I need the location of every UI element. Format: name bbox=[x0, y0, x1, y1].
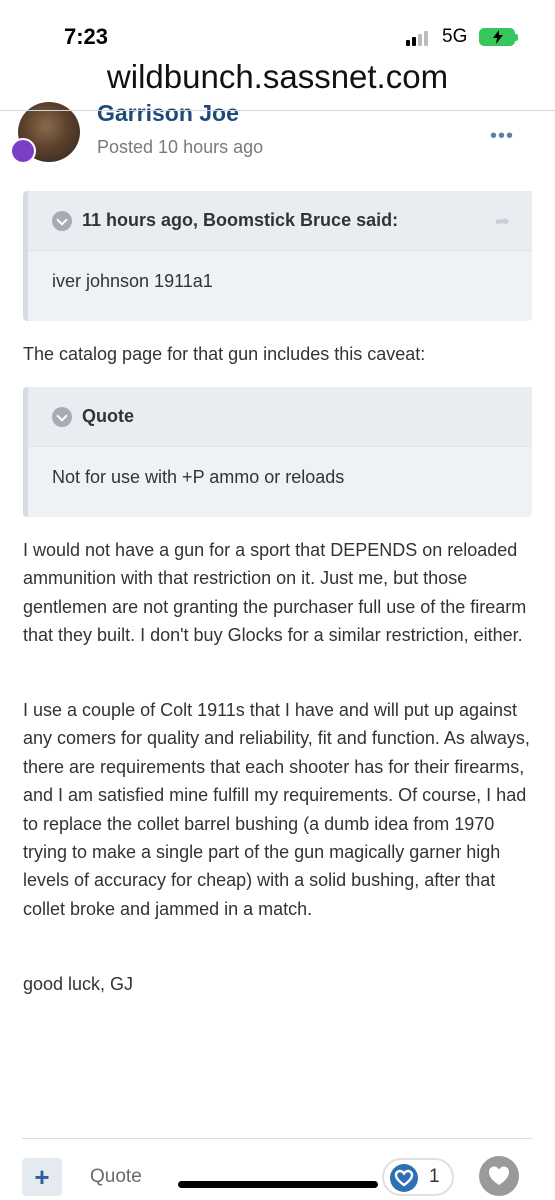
status-time: 7:23 bbox=[64, 24, 109, 49]
cellular-signal-icon bbox=[406, 30, 434, 46]
home-indicator[interactable] bbox=[178, 1181, 378, 1188]
quote-header[interactable]: Quote bbox=[28, 387, 532, 447]
post-paragraph: I use a couple of Colt 1911s that I have… bbox=[23, 700, 530, 919]
post-paragraph: I would not have a gun for a sport that … bbox=[23, 540, 527, 646]
post-signoff: good luck, GJ bbox=[23, 974, 134, 994]
member-badge-icon bbox=[10, 138, 36, 164]
author-name[interactable]: Garrison Joe bbox=[97, 104, 239, 127]
footer-divider bbox=[22, 1138, 532, 1139]
more-dots-icon[interactable]: ••• bbox=[490, 125, 514, 148]
quote-text: Not for use with +P ammo or reloads bbox=[52, 467, 345, 487]
quote-button[interactable]: Quote bbox=[90, 1166, 142, 1188]
heart-icon bbox=[390, 1164, 418, 1192]
network-type: 5G bbox=[442, 26, 468, 47]
quote-label: Quote bbox=[82, 406, 134, 426]
quote-block: 11 hours ago, Boomstick Bruce said: ➦ iv… bbox=[23, 191, 532, 321]
multiquote-button[interactable]: + bbox=[22, 1158, 62, 1196]
battery-charging-icon bbox=[479, 28, 518, 46]
chevron-down-icon[interactable] bbox=[52, 407, 72, 427]
post-paragraph: The catalog page for that gun includes t… bbox=[23, 344, 426, 364]
quote-block: Quote Not for use with +P ammo or reload… bbox=[23, 387, 532, 517]
share-arrow-icon[interactable]: ➦ bbox=[495, 211, 510, 232]
chevron-down-icon[interactable] bbox=[52, 211, 72, 231]
reaction-count-button[interactable]: 1 bbox=[382, 1158, 454, 1196]
quote-citation: 11 hours ago, Boomstick Bruce said: bbox=[82, 210, 399, 230]
status-bar: 7:23 5G bbox=[0, 0, 555, 62]
quote-text: iver johnson 1911a1 bbox=[52, 271, 213, 291]
reaction-count: 1 bbox=[429, 1166, 440, 1187]
address-bar-divider bbox=[0, 110, 555, 111]
react-heart-icon[interactable] bbox=[479, 1156, 519, 1196]
quote-header[interactable]: 11 hours ago, Boomstick Bruce said: ➦ bbox=[28, 191, 532, 251]
post-timestamp: Posted 10 hours ago bbox=[97, 137, 264, 157]
